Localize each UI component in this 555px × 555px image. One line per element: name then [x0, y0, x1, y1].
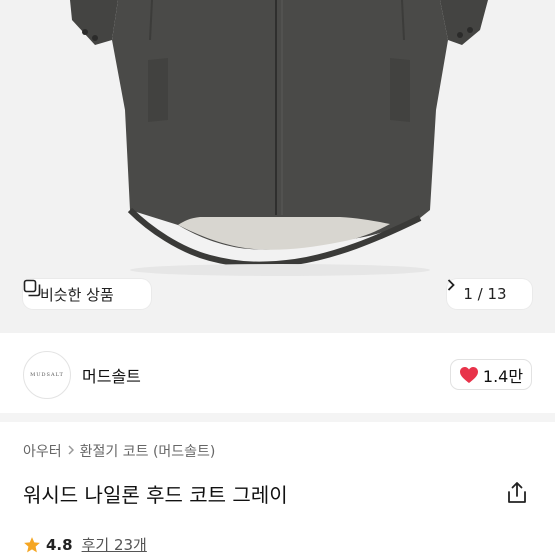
breadcrumb: 아우터 환절기 코트 (머드솔트) [23, 441, 215, 461]
product-image-gallery[interactable]: 비슷한 상품 1 / 13 [0, 0, 555, 333]
like-button[interactable]: 1.4만 [450, 359, 532, 390]
similar-products-button[interactable]: 비슷한 상품 [23, 279, 151, 309]
heart-icon [459, 366, 478, 383]
chevron-right-small-icon [68, 444, 74, 458]
share-button[interactable] [506, 481, 528, 505]
image-counter[interactable]: 1 / 13 [447, 279, 532, 309]
section-divider [0, 413, 555, 422]
star-icon [24, 536, 40, 552]
breadcrumb-category[interactable]: 아우터 [23, 441, 62, 461]
image-counter-text: 1 / 13 [463, 285, 507, 303]
similar-products-icon [23, 279, 41, 297]
reviews-link[interactable]: 후기 23개 [82, 534, 147, 555]
like-count: 1.4만 [482, 366, 524, 386]
rating-row: 4.8 후기 23개 [23, 534, 147, 555]
share-icon [508, 482, 526, 503]
rating-score: 4.8 [46, 535, 73, 554]
product-title: 워시드 나일론 후드 코트 그레이 [23, 483, 288, 507]
brand-logo[interactable]: MUDSALT [23, 351, 71, 399]
brand-name[interactable]: 머드솔트 [82, 363, 141, 387]
brand-row[interactable]: MUDSALT 머드솔트 1.4만 [0, 345, 555, 405]
breadcrumb-subcategory[interactable]: 환절기 코트 (머드솔트) [80, 441, 216, 461]
similar-products-label: 비슷한 상품 [40, 285, 114, 304]
